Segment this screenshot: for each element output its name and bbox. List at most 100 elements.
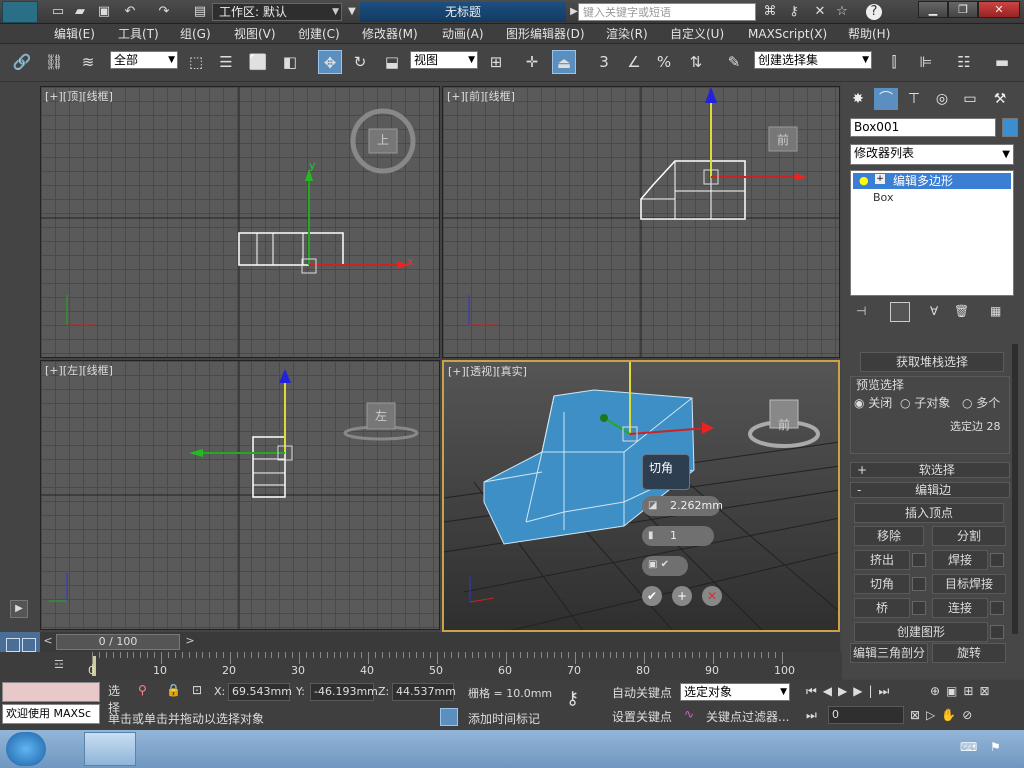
add-time-tag[interactable]: 添加时间标记 bbox=[468, 710, 540, 727]
select-manipulate-icon[interactable]: ✛ bbox=[520, 50, 544, 74]
edit-triangulation-button[interactable]: 编辑三角剖分 bbox=[850, 643, 928, 663]
track-bar[interactable]: ☲ 0 10 20 30 40 50 60 70 80 90 100 bbox=[0, 652, 842, 680]
pin-stack-icon[interactable]: ⊣ bbox=[856, 304, 866, 318]
menu-maxscript[interactable]: MAXScript(X) bbox=[748, 26, 827, 42]
bind-spacewarp-icon[interactable]: ≋ bbox=[76, 50, 100, 74]
absolute-mode-icon[interactable]: ⊡ bbox=[192, 683, 202, 697]
display-tab-icon[interactable]: ▭ bbox=[958, 88, 982, 110]
object-name-field[interactable]: Box001 bbox=[850, 118, 996, 137]
time-slider[interactable]: < 0 / 100 > bbox=[0, 632, 840, 652]
ribbon-toggle-icon[interactable]: ▬ bbox=[990, 50, 1014, 74]
turn-button[interactable]: 旋转 bbox=[932, 643, 1006, 663]
viewport-front[interactable]: [+][前][线框] 前 bbox=[442, 86, 840, 358]
select-rotate-icon[interactable]: ↻ bbox=[348, 50, 372, 74]
tools-icon[interactable]: ✕ bbox=[812, 4, 828, 20]
mirror-icon[interactable]: ⫿ bbox=[882, 50, 906, 74]
split-button[interactable]: 分割 bbox=[932, 526, 1006, 546]
redo-icon[interactable]: ↷ bbox=[156, 4, 172, 20]
keyboard-shortcut-override-icon[interactable]: ⏏ bbox=[552, 50, 576, 74]
edit-edges-rollout[interactable]: - 编辑边 bbox=[850, 482, 1010, 498]
make-unique-icon[interactable]: ∀ bbox=[930, 304, 938, 318]
star-icon[interactable]: ☆ bbox=[834, 4, 850, 20]
modify-tab-icon[interactable]: ⌒ bbox=[874, 88, 898, 110]
new-file-icon[interactable]: ▭ bbox=[50, 4, 66, 20]
binoculars-icon[interactable]: ⌘ bbox=[762, 4, 778, 20]
current-frame-field[interactable]: 0 bbox=[828, 706, 904, 724]
key-filters-button[interactable]: 关键点过滤器... bbox=[706, 708, 789, 725]
utilities-tab-icon[interactable]: ⚒ bbox=[988, 88, 1012, 110]
x-coord-field[interactable]: 69.543mm bbox=[228, 683, 292, 701]
remove-button[interactable]: 移除 bbox=[854, 526, 924, 546]
viewport-left-label[interactable]: [+][左][线框] bbox=[45, 364, 113, 377]
spinner-snap-icon[interactable]: ⇅ bbox=[684, 50, 708, 74]
viewport-top[interactable]: [+][顶][线框] 上 y x bbox=[40, 86, 440, 358]
show-end-result-icon[interactable] bbox=[890, 302, 910, 322]
time-slider-thumb[interactable]: 0 / 100 bbox=[56, 634, 180, 650]
create-shape-button[interactable]: 创建图形 bbox=[854, 622, 988, 642]
menu-edit[interactable]: 编辑(E) bbox=[54, 26, 95, 42]
set-key-icon[interactable]: ⚷ bbox=[566, 688, 606, 718]
caddy-cancel-button[interactable]: ✕ bbox=[702, 586, 722, 606]
key-icon[interactable]: ⚷ bbox=[786, 4, 802, 20]
weld-settings-button[interactable] bbox=[990, 553, 1004, 567]
lightbulb-icon[interactable]: ● bbox=[859, 174, 869, 187]
time-prev-icon[interactable]: < bbox=[40, 634, 56, 650]
viewcube-persp-label[interactable]: 前 bbox=[778, 416, 790, 433]
nav-controls-top[interactable]: ⊕▣⊞⊠ bbox=[930, 684, 996, 698]
pivot-center-icon[interactable]: ⊞ bbox=[484, 50, 508, 74]
object-color-swatch[interactable] bbox=[1002, 118, 1018, 137]
time-tag-icon[interactable] bbox=[440, 708, 458, 726]
ref-coord-dropdown[interactable]: 视图 ▼ bbox=[410, 51, 478, 69]
edit-named-sel-icon[interactable]: ✎ bbox=[722, 50, 746, 74]
angle-snap-icon[interactable]: ∠ bbox=[622, 50, 646, 74]
preview-radio-subobject[interactable]: ○ 子对象 bbox=[900, 394, 950, 411]
select-object-icon[interactable]: ⬚ bbox=[184, 50, 208, 74]
viewcube-top-label[interactable]: 上 bbox=[377, 131, 389, 148]
menu-animation[interactable]: 动画(A) bbox=[442, 26, 484, 42]
chamfer-button[interactable]: 切角 bbox=[854, 574, 910, 594]
set-key-button[interactable]: 设置关键点 bbox=[612, 708, 672, 725]
menu-views[interactable]: 视图(V) bbox=[234, 26, 276, 42]
caddy-apply-button[interactable]: + bbox=[672, 586, 692, 606]
select-move-icon[interactable]: ✥ bbox=[318, 50, 342, 74]
configure-sets-icon[interactable]: ▦ bbox=[990, 304, 1001, 318]
menu-create[interactable]: 创建(C) bbox=[298, 26, 340, 42]
viewport-front-label[interactable]: [+][前][线框] bbox=[447, 90, 515, 103]
rect-selection-icon[interactable]: ⬜ bbox=[246, 50, 270, 74]
remove-modifier-icon[interactable]: 🗑 bbox=[954, 304, 969, 318]
chamfer-settings-button[interactable] bbox=[912, 577, 926, 591]
time-next-icon[interactable]: > bbox=[182, 634, 198, 650]
viewport-perspective[interactable]: [+][透视][真实] 前 切角 2.262mm ◪ 1 ▮ ▣ ✔ ✔ + ✕ bbox=[442, 360, 840, 632]
percent-snap-icon[interactable]: % bbox=[652, 50, 676, 74]
preview-radio-multi[interactable]: ○ 多个 bbox=[962, 394, 1000, 411]
target-weld-button[interactable]: 目标焊接 bbox=[932, 574, 1006, 594]
link-icon[interactable]: 🔗 bbox=[10, 50, 34, 74]
extrude-button[interactable]: 挤出 bbox=[854, 550, 910, 570]
y-coord-field[interactable]: -46.193mm bbox=[310, 683, 378, 701]
menu-modifiers[interactable]: 修改器(M) bbox=[362, 26, 418, 42]
auto-key-button[interactable]: 自动关键点 bbox=[612, 684, 672, 701]
expand-plus-icon[interactable]: + bbox=[875, 174, 885, 184]
time-config-icon[interactable]: ⏭ bbox=[806, 708, 817, 723]
extrude-settings-button[interactable] bbox=[912, 553, 926, 567]
nav-controls-bottom[interactable]: ⊠▷✋⊘ bbox=[910, 708, 978, 722]
preview-radio-off[interactable]: ◉ 关闭 bbox=[854, 394, 892, 411]
weld-button[interactable]: 焊接 bbox=[932, 550, 988, 570]
modifier-list-dropdown[interactable]: 修改器列表 ▼ bbox=[850, 144, 1014, 165]
mini-curve-icon[interactable]: ☲ bbox=[54, 658, 72, 674]
tray-network-icon[interactable]: ⚑ bbox=[990, 740, 1001, 754]
create-shape-settings-button[interactable] bbox=[990, 625, 1004, 639]
app-logo-icon[interactable] bbox=[2, 1, 38, 23]
align-icon[interactable]: ⊫ bbox=[914, 50, 938, 74]
save-icon[interactable]: ▣ bbox=[96, 4, 112, 20]
panel-scrollbar[interactable] bbox=[1012, 344, 1018, 634]
snaps-toggle-icon[interactable]: 3 bbox=[592, 50, 616, 74]
project-folder-icon[interactable]: ▤ bbox=[192, 4, 208, 20]
selected-object-dropdown[interactable]: 选定对象 ▼ bbox=[680, 683, 790, 701]
search-input[interactable]: 键入关键字或短语 bbox=[578, 3, 756, 21]
menu-customize[interactable]: 自定义(U) bbox=[670, 26, 724, 42]
taskbar-3dsmax-icon[interactable] bbox=[84, 732, 136, 766]
viewcube-left-label[interactable]: 左 bbox=[375, 407, 387, 424]
undo-icon[interactable]: ↶ bbox=[122, 4, 138, 20]
menu-group[interactable]: 组(G) bbox=[180, 26, 211, 42]
